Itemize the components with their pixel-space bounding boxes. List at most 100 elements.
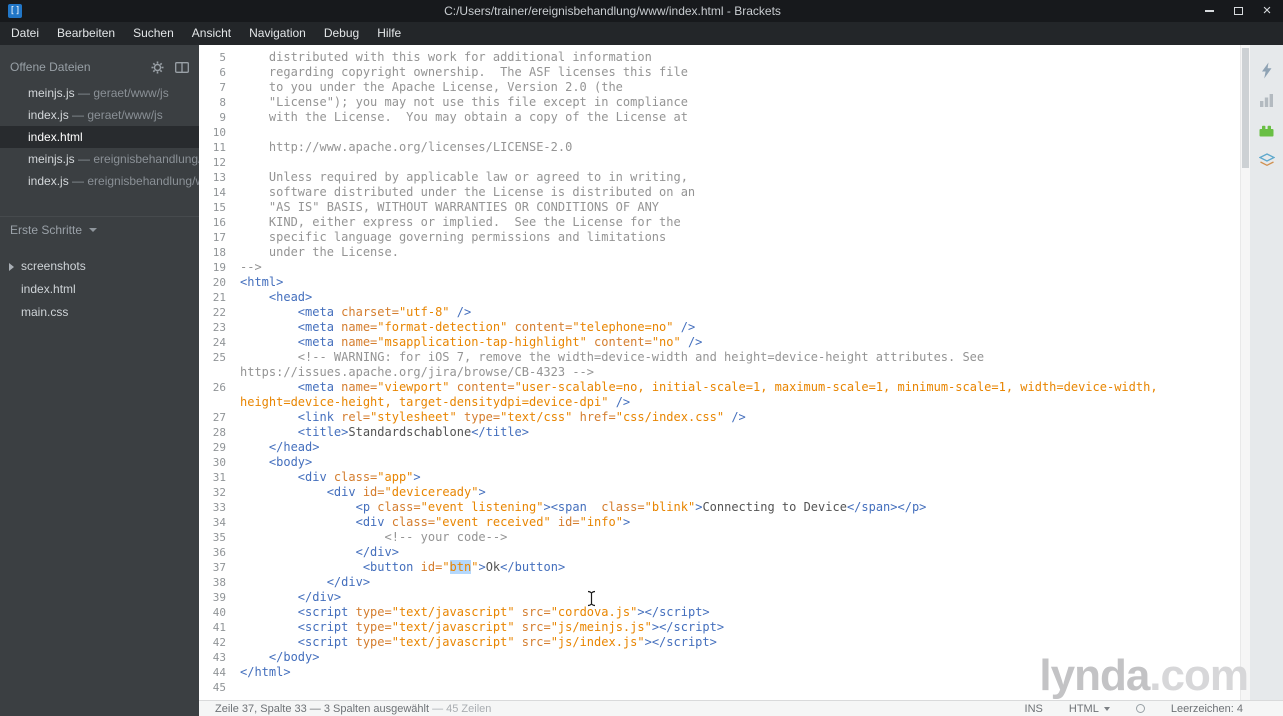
working-file-meinjs.js[interactable]: meinjs.js — geraet/www/js: [0, 82, 199, 104]
layers-icon[interactable]: [1258, 151, 1276, 169]
code-row[interactable]: 17 specific language governing permissio…: [199, 230, 1240, 245]
code-row[interactable]: 19 -->: [199, 260, 1240, 275]
file-path: — ereignisbehandlung/www: [72, 174, 199, 188]
code-row[interactable]: 40 <script type="text/javascript" src="c…: [199, 605, 1240, 620]
code-text: </div>: [326, 575, 371, 589]
working-file-index.js[interactable]: index.js — ereignisbehandlung/www: [0, 170, 199, 192]
code-row[interactable]: 44 </html>: [199, 665, 1240, 680]
code-text: <script type="text/javascript" src="js/i…: [297, 635, 717, 649]
code-row[interactable]: 13 Unless required by applicable law or …: [199, 170, 1240, 185]
menu-hilfe[interactable]: Hilfe: [368, 22, 410, 45]
code-row[interactable]: 21 <head>: [199, 290, 1240, 305]
tree-item-screenshots[interactable]: screenshots: [0, 255, 199, 278]
menu-navigation[interactable]: Navigation: [240, 22, 315, 45]
code-row[interactable]: 25 <!-- WARNING: for iOS 7, remove the w…: [199, 350, 1240, 365]
line-number: 27: [212, 411, 226, 424]
code-text: https://issues.apache.org/jira/browse/CB…: [240, 365, 595, 379]
line-number: 33: [212, 501, 226, 514]
close-button[interactable]: ×: [1261, 3, 1273, 18]
code-row[interactable]: 27 <link rel="stylesheet" type="text/css…: [199, 410, 1240, 425]
tree-item-main.css[interactable]: main.css: [0, 301, 199, 324]
folder-collapse-icon[interactable]: [9, 263, 14, 271]
code-row[interactable]: 34 <div class="event received" id="info"…: [199, 515, 1240, 530]
code-text: <link rel="stylesheet" type="text/css" h…: [297, 410, 746, 424]
code-row[interactable]: 15 "AS IS" BASIS, WITHOUT WARRANTIES OR …: [199, 200, 1240, 215]
working-files-title: Offene Dateien: [10, 60, 91, 74]
code-row[interactable]: 23 <meta name="format-detection" content…: [199, 320, 1240, 335]
code-row[interactable]: 14 software distributed under the Licens…: [199, 185, 1240, 200]
code-row[interactable]: 5 distributed with this work for additio…: [199, 50, 1240, 65]
working-file-index.js[interactable]: index.js — geraet/www/js: [0, 104, 199, 126]
vertical-scrollbar[interactable]: [1240, 45, 1250, 700]
language-selector[interactable]: HTML: [1069, 703, 1110, 715]
code-text: <!-- WARNING: for iOS 7, remove the widt…: [297, 350, 985, 364]
columns-icon[interactable]: [1258, 91, 1276, 109]
status-left: Zeile 37, Spalte 33 — 3 Spalten ausgewäh…: [199, 703, 999, 715]
live-preview-icon[interactable]: [1258, 61, 1276, 79]
indent-setting[interactable]: Leerzeichen: 4: [1171, 703, 1243, 715]
code-row[interactable]: 41 <script type="text/javascript" src="j…: [199, 620, 1240, 635]
file-path: — geraet/www/js: [74, 86, 169, 100]
code-row[interactable]: 24 <meta name="msapplication-tap-highlig…: [199, 335, 1240, 350]
sidebar: Offene Dateien meinjs.js — geraet/www/js…: [0, 45, 199, 716]
menu-datei[interactable]: Datei: [2, 22, 48, 45]
insert-mode-indicator[interactable]: INS: [1025, 703, 1043, 715]
code-row[interactable]: 36 </div>: [199, 545, 1240, 560]
line-number: 15: [212, 201, 226, 214]
working-file-index.html[interactable]: index.html: [0, 126, 199, 148]
code-row[interactable]: 37 <button id="btn">Ok</button>: [199, 560, 1240, 575]
code-row[interactable]: 11 http://www.apache.org/licenses/LICENS…: [199, 140, 1240, 155]
code-row[interactable]: 9 with the License. You may obtain a cop…: [199, 110, 1240, 125]
code-text: regarding copyright ownership. The ASF l…: [240, 65, 688, 79]
code-row[interactable]: https://issues.apache.org/jira/browse/CB…: [199, 365, 1240, 380]
minimize-button[interactable]: [1203, 5, 1215, 17]
code-row[interactable]: 10: [199, 125, 1240, 140]
code-row[interactable]: 8 "License"); you may not use this file …: [199, 95, 1240, 110]
project-dropdown[interactable]: Erste Schritte: [0, 216, 199, 243]
code-row[interactable]: 6 regarding copyright ownership. The ASF…: [199, 65, 1240, 80]
code-row[interactable]: 38 </div>: [199, 575, 1240, 590]
code-row[interactable]: 18 under the License.: [199, 245, 1240, 260]
menu-debug[interactable]: Debug: [315, 22, 368, 45]
code-row[interactable]: 32 <div id="deviceready">: [199, 485, 1240, 500]
menu-bearbeiten[interactable]: Bearbeiten: [48, 22, 124, 45]
code-text: <meta name="format-detection" content="t…: [297, 320, 696, 334]
code-row[interactable]: 7 to you under the Apache License, Versi…: [199, 80, 1240, 95]
line-number: 36: [212, 546, 226, 559]
maximize-button[interactable]: [1232, 5, 1244, 17]
code-row[interactable]: 30 <body>: [199, 455, 1240, 470]
code-row[interactable]: 35 <!-- your code-->: [199, 530, 1240, 545]
code-row[interactable]: 28 <title>Standardschablone</title>: [199, 425, 1240, 440]
code-row[interactable]: 22 <meta charset="utf-8" />: [199, 305, 1240, 320]
working-file-meinjs.js[interactable]: meinjs.js — ereignisbehandlung/www: [0, 148, 199, 170]
lint-status-icon[interactable]: [1135, 704, 1145, 713]
code-row[interactable]: 16 KIND, either express or implied. See …: [199, 215, 1240, 230]
gear-icon[interactable]: [151, 61, 164, 74]
working-files-list: meinjs.js — geraet/www/js index.js — gera…: [0, 82, 199, 192]
code-row[interactable]: 12: [199, 155, 1240, 170]
extension-brick-icon[interactable]: [1258, 121, 1276, 139]
code-row[interactable]: 31 <div class="app">: [199, 470, 1240, 485]
code-row[interactable]: 39 </div>: [199, 590, 1240, 605]
code-row[interactable]: height=device-height, target-densitydpi=…: [199, 395, 1240, 410]
code-row[interactable]: 42 <script type="text/javascript" src="j…: [199, 635, 1240, 650]
code-row[interactable]: 43 </body>: [199, 650, 1240, 665]
code-row[interactable]: 45: [199, 680, 1240, 695]
split-view-icon[interactable]: [175, 61, 189, 73]
menu-suchen[interactable]: Suchen: [124, 22, 183, 45]
file-path: — geraet/www/js: [68, 108, 163, 122]
code-row[interactable]: 29 </head>: [199, 440, 1240, 455]
scrollbar-thumb[interactable]: [1242, 48, 1249, 168]
line-number: 7: [219, 81, 226, 94]
code-area[interactable]: 5 distributed with this work for additio…: [199, 45, 1240, 700]
menu-ansicht[interactable]: Ansicht: [183, 22, 240, 45]
tree-item-index.html[interactable]: index.html: [0, 278, 199, 301]
line-number: 43: [212, 651, 226, 664]
code-row[interactable]: 20 <html>: [199, 275, 1240, 290]
code-text: <!-- your code-->: [384, 530, 508, 544]
code-text: <button id="btn">Ok</button>: [362, 560, 566, 574]
line-number: 37: [212, 561, 226, 574]
code-row[interactable]: 26 <meta name="viewport" content="user-s…: [199, 380, 1240, 395]
code-row[interactable]: 33 <p class="event listening"><span clas…: [199, 500, 1240, 515]
